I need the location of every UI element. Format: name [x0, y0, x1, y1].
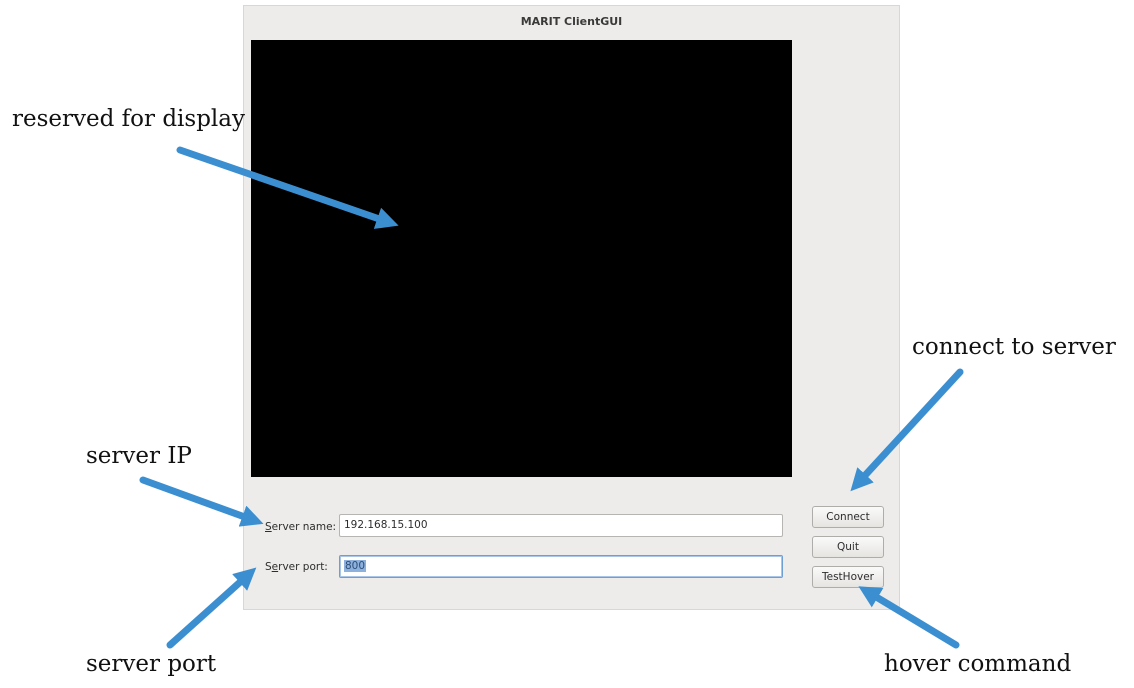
annotation-server-port: server port — [86, 651, 217, 677]
server-name-label-text: erver name: — [271, 521, 337, 533]
quit-button[interactable]: Quit — [812, 536, 884, 558]
server-name-value: 192.168.15.100 — [344, 519, 428, 531]
server-name-input[interactable]: 192.168.15.100 — [339, 514, 783, 537]
server-port-label-text: rver port: — [278, 561, 328, 573]
annotation-hover: hover command — [884, 651, 1072, 677]
server-port-input[interactable]: 800 — [339, 555, 783, 578]
connect-button[interactable]: Connect — [812, 506, 884, 528]
server-name-label: Server name: — [265, 521, 336, 533]
annotation-connect: connect to server — [912, 334, 1116, 360]
server-port-arrow — [166, 567, 257, 649]
display-area — [251, 40, 792, 477]
window-title: MARIT ClientGUI — [520, 14, 623, 28]
test-hover-button[interactable]: TestHover — [812, 566, 884, 588]
server-port-label: Server port: — [265, 561, 328, 573]
server-port-value: 800 — [344, 560, 367, 572]
server-ip-arrow — [139, 476, 264, 527]
window-titlebar[interactable]: MARIT ClientGUI — [244, 6, 899, 36]
server-port-label-start: S — [265, 561, 272, 573]
server-name-label-mnemonic: S — [265, 521, 272, 533]
annotation-display: reserved for display — [12, 106, 245, 132]
annotation-server-ip: server IP — [86, 443, 192, 469]
client-window: MARIT ClientGUI Server name: 192.168.15.… — [243, 5, 900, 610]
